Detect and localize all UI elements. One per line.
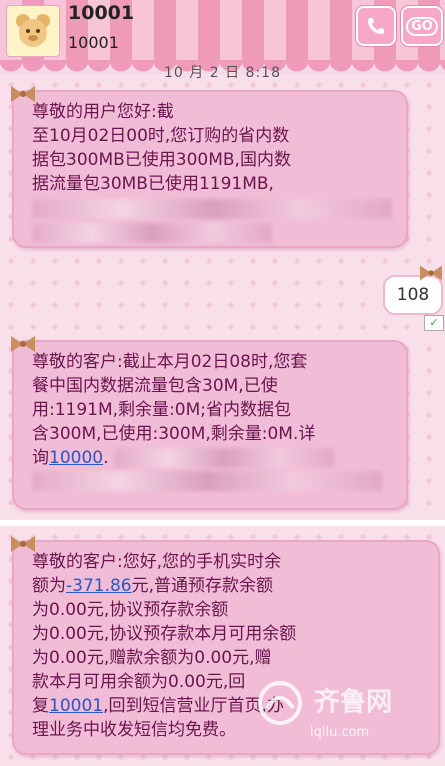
message-text: 尊敬的用户您好:截 至10月02日00时,您订购的省内数 据包300MB已使用3… xyxy=(32,102,291,194)
message-text-part: . xyxy=(103,448,109,468)
contact-name: 10001 xyxy=(68,2,135,24)
bow-icon xyxy=(11,86,35,102)
call-button[interactable] xyxy=(356,6,396,46)
go-button[interactable]: GO xyxy=(401,6,443,46)
phone-icon xyxy=(368,18,384,34)
message-line: 额为 xyxy=(32,576,66,596)
bow-icon xyxy=(11,536,35,552)
balance-link[interactable]: -371.86 xyxy=(66,576,132,596)
watermark-brand: 齐鲁网 xyxy=(314,687,393,718)
conversation-header: 10001 10001 GO xyxy=(0,0,445,60)
message-line: 尊敬的客户:您好,您的手机实时余 xyxy=(32,552,282,572)
message-text: 尊敬的客户:截止本月02日08时,您套 餐中国内数据流量包含30M,已使 用:1… xyxy=(32,350,396,470)
message-line: 复 xyxy=(32,696,49,716)
bow-icon xyxy=(11,336,35,352)
message-line: 理业务中收发短信均免费。 xyxy=(32,720,236,740)
go-label: GO xyxy=(406,16,438,36)
message-line: 元,普通预存款余额 xyxy=(131,576,274,596)
message-timestamp: 10 月 2 日 8:18 xyxy=(164,65,281,81)
watermark-logo-icon xyxy=(258,681,302,725)
phone-link[interactable]: 10000 xyxy=(49,448,103,468)
redacted-content xyxy=(32,470,396,491)
incoming-message-bubble[interactable]: 尊敬的客户:截止本月02日08时,您套 餐中国内数据流量包含30M,已使 用:1… xyxy=(11,336,408,510)
contact-avatar[interactable] xyxy=(6,5,60,57)
contact-number: 10001 xyxy=(68,33,119,52)
watermark-url: iqilu.com xyxy=(310,725,370,740)
message-text: 108 xyxy=(396,285,430,305)
bow-icon xyxy=(420,265,442,281)
teddy-bear-icon xyxy=(16,14,50,47)
delivered-check-icon: ✓ xyxy=(424,315,444,331)
redacted-content xyxy=(32,198,396,243)
incoming-message-bubble[interactable]: 尊敬的用户您好:截 至10月02日00时,您订购的省内数 据包300MB已使用3… xyxy=(11,86,408,248)
reply-link[interactable]: 10001 xyxy=(49,696,103,716)
